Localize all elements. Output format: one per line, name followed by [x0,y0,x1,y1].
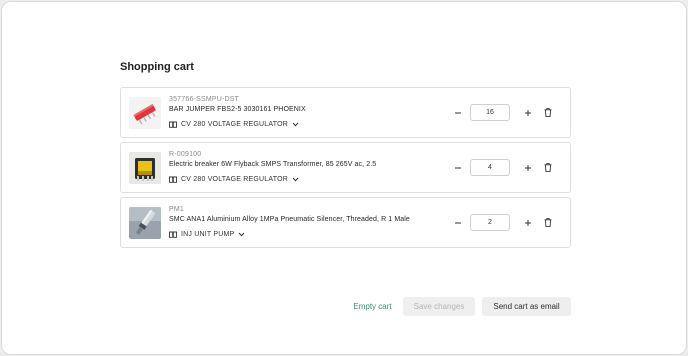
minus-icon [454,159,462,177]
plus-icon [524,214,532,232]
quantity-input[interactable] [470,104,510,121]
cart-item: R-009100 Electric breaker 6W Flyback SMP… [120,142,571,193]
empty-cart-button[interactable]: Empty cart [347,297,398,316]
machine-selector[interactable]: CV 280 VOLTAGE REGULATOR [169,174,299,184]
decrease-button[interactable] [450,105,466,121]
product-image [129,97,161,129]
quantity-stepper [450,104,562,122]
chevron-down-icon [292,122,299,127]
machine-label: CV 280 VOLTAGE REGULATOR [181,175,288,183]
machine-selector[interactable]: INJ UNIT PUMP [169,229,245,239]
trash-icon [544,214,552,232]
item-name: Electric breaker 6W Flyback SMPS Transfo… [169,161,377,168]
machine-label: INJ UNIT PUMP [181,230,235,238]
increase-button[interactable] [520,215,536,231]
item-sku: PM1 [169,206,184,213]
plus-icon [524,104,532,122]
quantity-stepper [450,159,562,177]
increase-button[interactable] [520,105,536,121]
trash-icon [544,104,552,122]
save-changes-button[interactable]: Save changes [403,297,475,316]
page-title: Shopping cart [120,61,194,73]
plus-icon [524,159,532,177]
book-icon [169,176,177,183]
minus-icon [454,104,462,122]
decrease-button[interactable] [450,160,466,176]
increase-button[interactable] [520,160,536,176]
chevron-down-icon [292,177,299,182]
trash-icon [544,159,552,177]
remove-item-button[interactable] [540,215,556,231]
quantity-stepper [450,214,562,232]
machine-selector[interactable]: CV 280 VOLTAGE REGULATOR [169,119,299,129]
minus-icon [454,214,462,232]
quantity-input[interactable] [470,159,510,176]
send-cart-email-button[interactable]: Send cart as email [482,297,571,316]
item-name: SMC ANA1 Aluminium Alloy 1MPa Pneumatic … [169,216,410,223]
item-sku: R-009100 [169,151,202,158]
remove-item-button[interactable] [540,105,556,121]
decrease-button[interactable] [450,215,466,231]
cart-item: 357766-SSMPU-DST BAR JUMPER FBS2-5 30301… [120,87,571,138]
machine-label: CV 280 VOLTAGE REGULATOR [181,120,288,128]
product-image [129,207,161,239]
book-icon [169,121,177,128]
product-image [129,152,161,184]
book-icon [169,231,177,238]
item-name: BAR JUMPER FBS2-5 3030161 PHOENIX [169,106,306,113]
cart-item: PM1 SMC ANA1 Aluminium Alloy 1MPa Pneuma… [120,197,571,248]
item-sku: 357766-SSMPU-DST [169,96,240,103]
chevron-down-icon [238,232,245,237]
app-window: Shopping cart 357766-SSMPU-DST BAR JUMPE… [1,1,687,355]
remove-item-button[interactable] [540,160,556,176]
quantity-input[interactable] [470,214,510,231]
